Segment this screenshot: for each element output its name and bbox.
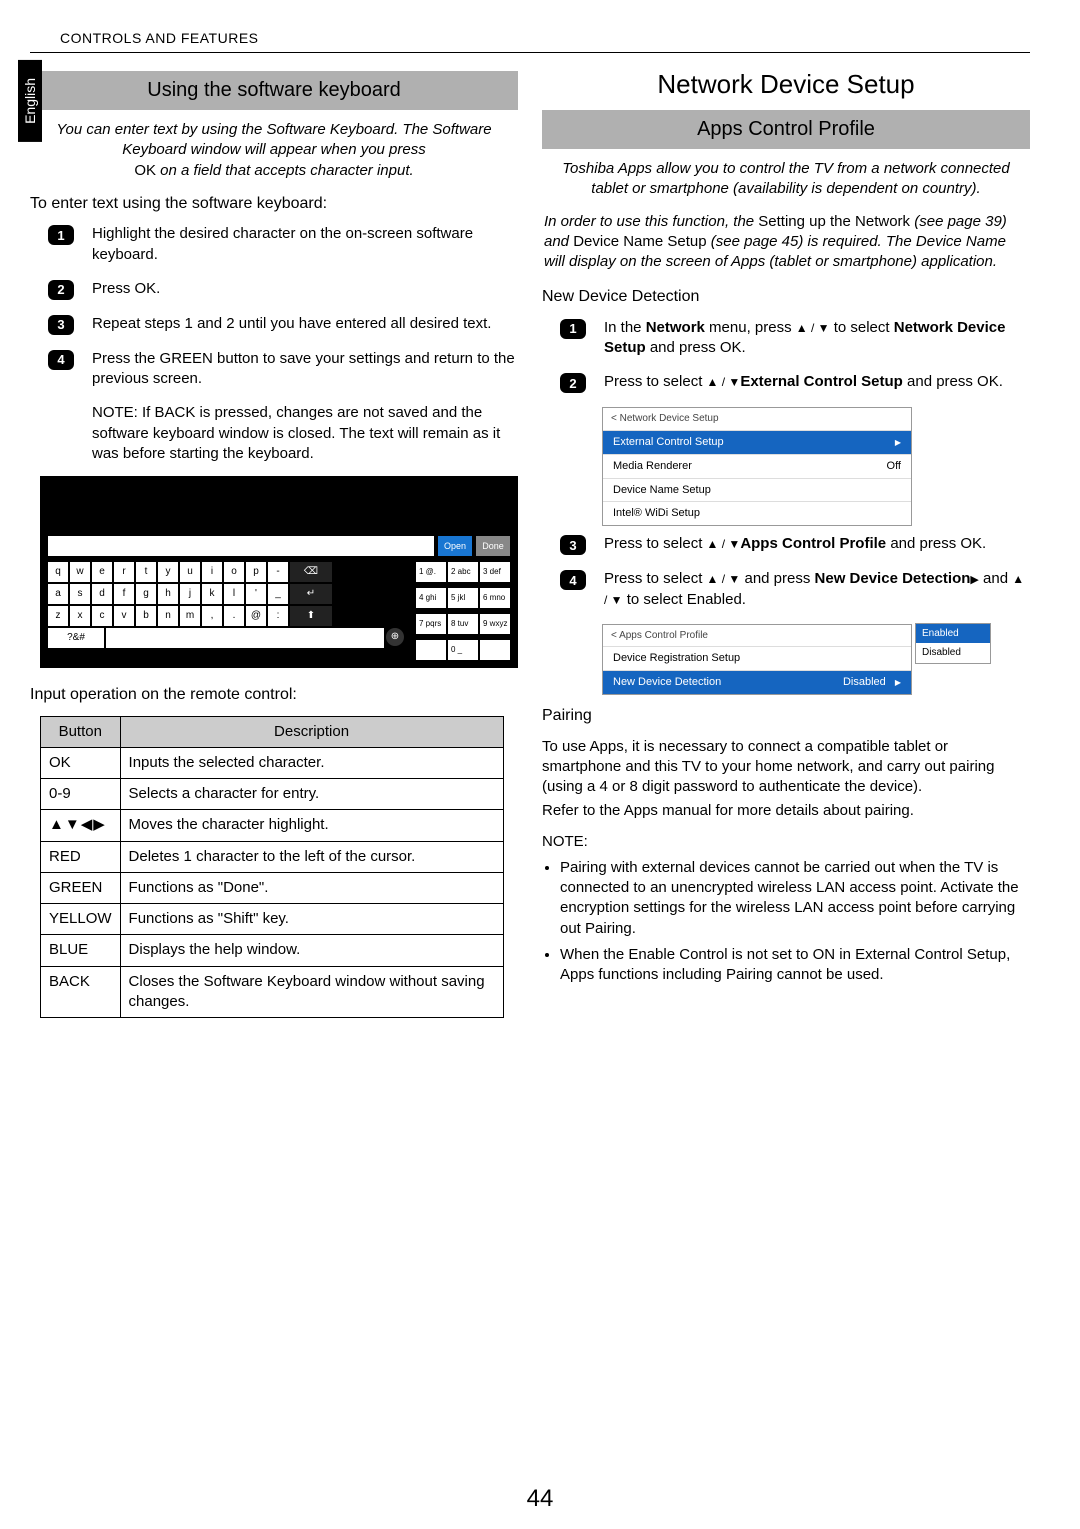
dropdown-popup: EnabledDisabled bbox=[915, 623, 991, 664]
table-header-description: Description bbox=[120, 716, 503, 747]
step: 2 Press to select External Control Setup … bbox=[560, 372, 1030, 393]
keyboard-done-button: Done bbox=[476, 536, 510, 556]
step: 3 Repeat steps 1 and 2 until you have ent… bbox=[48, 314, 518, 335]
step-text: Press to select Apps Control Profile and… bbox=[604, 534, 1030, 554]
section-banner-apps-control: Apps Control Profile bbox=[542, 110, 1030, 149]
note-list: Pairing with external devices cannot be … bbox=[546, 858, 1030, 986]
dropdown-option: Enabled bbox=[916, 624, 990, 644]
step-text: Repeat steps 1 and 2 until you have ente… bbox=[92, 314, 518, 334]
menu-row: External Control Setup bbox=[603, 430, 911, 454]
step: 4 Press the GREEN button to save your set… bbox=[48, 349, 518, 390]
step-number-icon: 1 bbox=[560, 319, 586, 339]
subheading-enter-text: To enter text using the software keyboar… bbox=[30, 193, 518, 215]
menu-row: Media RendererOff bbox=[603, 454, 911, 478]
step-number-icon: 4 bbox=[560, 570, 586, 590]
section-banner-software-keyboard: Using the software keyboard bbox=[30, 71, 518, 110]
keyboard-text-field bbox=[48, 536, 434, 556]
table-row: 0-9Selects a character for entry. bbox=[41, 779, 504, 810]
step-number-icon: 3 bbox=[48, 315, 74, 335]
up-down-arrows-icon bbox=[707, 570, 741, 587]
step: 2 Press OK. bbox=[48, 279, 518, 300]
page-title: Network Device Setup bbox=[542, 67, 1030, 102]
table-row: REDDeletes 1 character to the left of th… bbox=[41, 841, 504, 872]
table-row: BACKCloses the Software Keyboard window … bbox=[41, 966, 504, 1018]
subheading-input-operation: Input operation on the remote control: bbox=[30, 684, 518, 706]
step-number-icon: 2 bbox=[560, 373, 586, 393]
header-divider bbox=[30, 52, 1030, 53]
step-number-icon: 2 bbox=[48, 280, 74, 300]
step-number-icon: 3 bbox=[560, 535, 586, 555]
left-column: Using the software keyboard You can ente… bbox=[30, 63, 518, 1018]
step-text: Press the GREEN button to save your sett… bbox=[92, 349, 518, 390]
header-breadcrumb: CONTROLS AND FEATURES bbox=[60, 30, 1030, 46]
intro-apps: Toshiba Apps allow you to control the TV… bbox=[550, 159, 1022, 200]
software-keyboard-illustration: Open Done qwertyuiop-⌫ asdfghjkl'_↵ zxcv… bbox=[40, 476, 518, 668]
table-header-button: Button bbox=[41, 716, 121, 747]
note-item: When the Enable Control is not set to ON… bbox=[560, 945, 1030, 986]
keyboard-open-button: Open bbox=[438, 536, 472, 556]
up-down-arrows-icon bbox=[796, 319, 830, 336]
step: 1 In the Network menu, press to select Ne… bbox=[560, 318, 1030, 359]
step: 1 Highlight the desired character on the … bbox=[48, 224, 518, 265]
step-number-icon: 4 bbox=[48, 350, 74, 370]
up-down-arrows-icon bbox=[707, 373, 741, 390]
note-text: NOTE: If BACK is pressed, changes are no… bbox=[92, 403, 518, 464]
remote-button-table: ButtonDescription OKInputs the selected … bbox=[40, 716, 504, 1019]
backspace-icon: ⌫ bbox=[290, 562, 332, 582]
menu-row: Intel® WiDi Setup bbox=[603, 501, 911, 525]
arrow-keys-icon bbox=[49, 816, 106, 833]
requirement-text: In order to use this function, the Setti… bbox=[544, 212, 1028, 273]
note-label: NOTE: bbox=[542, 832, 1030, 852]
enter-icon: ↵ bbox=[290, 584, 332, 604]
globe-icon: ⊕ bbox=[386, 628, 404, 646]
shift-icon: ⬆ bbox=[290, 606, 332, 626]
table-row: BLUEDisplays the help window. bbox=[41, 935, 504, 966]
step-text: Press to select and press New Device Det… bbox=[604, 569, 1030, 610]
language-tab: English bbox=[18, 60, 42, 142]
up-down-arrows-icon bbox=[707, 535, 741, 552]
menu-row: Device Registration Setup bbox=[603, 646, 911, 670]
intro-text: You can enter text by using the Software… bbox=[38, 120, 510, 181]
menu-row: Device Name Setup bbox=[603, 478, 911, 502]
right-arrow-icon bbox=[970, 570, 978, 587]
subheading-pairing: Pairing bbox=[542, 705, 1030, 727]
step-text: Press OK. bbox=[92, 279, 518, 299]
step-text: Highlight the desired character on the o… bbox=[92, 224, 518, 265]
pairing-paragraph-2: Refer to the Apps manual for more detail… bbox=[542, 801, 1030, 821]
step: 3 Press to select Apps Control Profile an… bbox=[560, 534, 1030, 555]
pairing-paragraph-1: To use Apps, it is necessary to connect … bbox=[542, 737, 1030, 798]
menu-illustration: < Network Device SetupExternal Control S… bbox=[602, 407, 912, 526]
step-text: Press to select External Control Setup a… bbox=[604, 372, 1030, 392]
table-row: GREENFunctions as "Done". bbox=[41, 872, 504, 903]
subheading-new-device-detection: New Device Detection bbox=[542, 286, 1030, 308]
note-item: Pairing with external devices cannot be … bbox=[560, 858, 1030, 939]
dropdown-option: Disabled bbox=[916, 643, 990, 663]
page-number: 44 bbox=[527, 1485, 554, 1513]
step-number-icon: 1 bbox=[48, 225, 74, 245]
step-text: In the Network menu, press to select Net… bbox=[604, 318, 1030, 359]
table-row: YELLOWFunctions as "Shift" key. bbox=[41, 904, 504, 935]
table-row: OKInputs the selected character. bbox=[41, 747, 504, 778]
table-row: Moves the character highlight. bbox=[41, 810, 504, 841]
step: 4 Press to select and press New Device De… bbox=[560, 569, 1030, 610]
menu-illustration: < Apps Control ProfileDevice Registratio… bbox=[602, 624, 912, 695]
menu-row: New Device DetectionDisabled bbox=[603, 670, 911, 694]
right-column: Network Device Setup Apps Control Profil… bbox=[542, 63, 1030, 1018]
